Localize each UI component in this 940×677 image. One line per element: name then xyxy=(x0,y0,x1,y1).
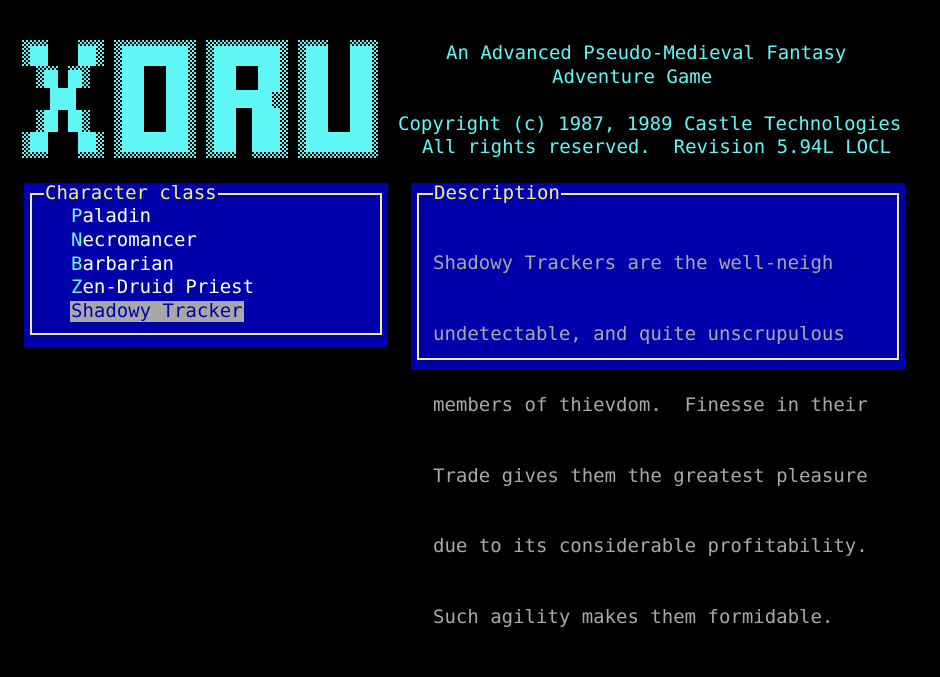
description-panel: Description Shadowy Trackers are the wel… xyxy=(411,182,905,628)
class-item-shadowy-tracker[interactable]: Shadowy Tracker xyxy=(70,301,244,322)
rights-revision-text: All rights reserved. Revision 5.94L LOCL xyxy=(422,136,891,158)
class-hotkey: S xyxy=(71,300,83,322)
tagline-line-1: An Advanced Pseudo-Medieval Fantasy xyxy=(446,42,847,64)
description-line: due to its considerable profitability. xyxy=(433,535,868,558)
copyright-text: Copyright (c) 1987, 1989 Castle Technolo… xyxy=(398,113,902,135)
class-hotkey: B xyxy=(71,253,83,275)
class-item-barbarian[interactable]: Barbarian xyxy=(70,254,175,275)
logo-letter-x xyxy=(22,40,104,158)
description-line: Trade gives them the greatest pleasure xyxy=(433,464,868,487)
class-hotkey: Z xyxy=(71,276,83,298)
description-body: Shadowy Trackers are the well-neigh unde… xyxy=(433,205,868,677)
class-item-necromancer[interactable]: Necromancer xyxy=(70,230,198,251)
description-line: Such agility makes them formidable. xyxy=(433,606,834,629)
class-hotkey: P xyxy=(71,205,83,227)
class-label: arbarian xyxy=(82,253,174,275)
xoru-logo-graphic xyxy=(22,40,378,158)
class-item-paladin[interactable]: Paladin xyxy=(70,206,152,227)
description-line: Shadowy Trackers are the well-neigh xyxy=(433,252,834,275)
logo-letter-o xyxy=(114,40,196,158)
description-line: undetectable, and quite unscrupulous xyxy=(433,322,845,345)
logo-letter-r xyxy=(206,40,288,158)
description-line: members of thievdom. Finesse in their xyxy=(433,393,868,416)
class-label: hadowy Tracker xyxy=(82,300,243,322)
class-label: ecromancer xyxy=(82,229,197,251)
description-title: Description xyxy=(433,182,561,204)
class-item-zen-druid-priest[interactable]: Zen-Druid Priest xyxy=(70,277,255,298)
class-hotkey: N xyxy=(71,229,83,251)
xoru-logo xyxy=(22,40,378,158)
class-label: en-Druid Priest xyxy=(82,276,255,298)
class-label: aladin xyxy=(82,205,152,227)
tagline-line-2: Adventure Game xyxy=(552,66,713,88)
character-class-title: Character class xyxy=(44,182,218,204)
character-class-panel: Character class Paladin Necromancer Barb… xyxy=(24,183,388,347)
logo-letter-u xyxy=(298,40,378,158)
